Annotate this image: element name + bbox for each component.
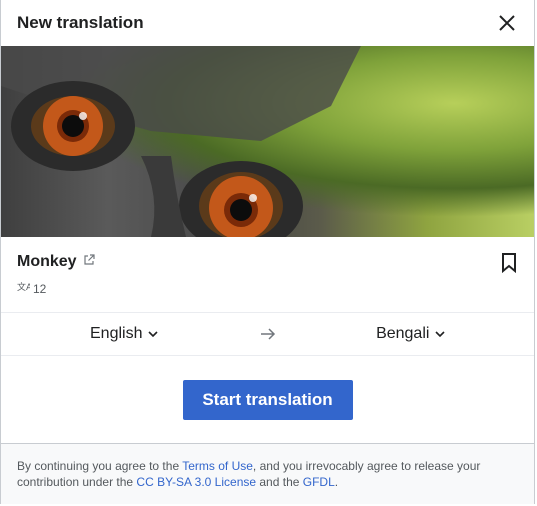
arrow-right-icon	[248, 328, 288, 340]
dialog-title: New translation	[17, 13, 144, 32]
article-image	[1, 46, 534, 237]
target-language-label: Bengali	[376, 325, 430, 342]
article-title-row: Monkey	[17, 253, 95, 271]
chevron-down-icon	[435, 331, 446, 338]
translate-icon: 文A	[17, 281, 33, 296]
terms-of-use-link[interactable]: Terms of Use	[182, 459, 253, 473]
source-language-select[interactable]: English	[1, 325, 248, 343]
start-translation-button[interactable]: Start translation	[182, 379, 353, 420]
svg-text:文A: 文A	[17, 281, 30, 293]
dialog-header: New translation	[1, 0, 534, 46]
license-notice: By continuing you agree to the Terms of …	[1, 444, 534, 504]
close-icon	[499, 15, 515, 31]
language-count: 文A 12	[17, 281, 95, 296]
action-area: Start translation	[1, 356, 534, 444]
language-selector-row: English Bengali	[1, 313, 534, 356]
article-info: Monkey 文A 12	[1, 237, 534, 313]
footer-text: By continuing you agree to the	[17, 459, 183, 473]
external-link-icon[interactable]	[83, 253, 95, 271]
target-language-select[interactable]: Bengali	[288, 325, 535, 343]
source-language-label: English	[90, 325, 143, 342]
bookmark-icon	[502, 253, 516, 274]
bookmark-button[interactable]	[500, 253, 518, 278]
gfdl-link[interactable]: GFDL	[303, 475, 335, 489]
license-link[interactable]: CC BY-SA 3.0 License	[136, 475, 256, 489]
language-count-value: 12	[33, 281, 47, 296]
article-title: Monkey	[17, 253, 77, 270]
chevron-down-icon	[148, 331, 159, 338]
footer-text: and the	[256, 475, 303, 489]
footer-text: .	[334, 475, 339, 489]
new-translation-dialog: New translation Monkey 文A 12 English Ben…	[0, 0, 535, 504]
close-button[interactable]	[496, 12, 518, 34]
